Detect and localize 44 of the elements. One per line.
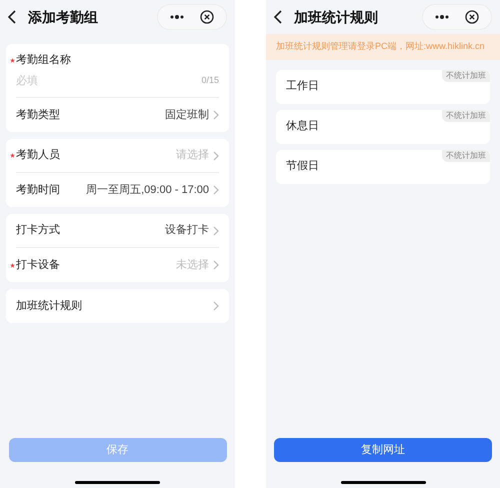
rule-tag: 不统计加班 [442,110,490,122]
field-label: 考勤人员 [16,148,60,164]
page-title: 加班统计规则 [294,8,378,26]
more-icon[interactable] [170,15,184,19]
select-row[interactable]: 打卡方式 设备打卡 [16,214,219,248]
char-counter: 0/15 [201,74,219,87]
select-row[interactable]: 打卡设备 未选择 [16,248,219,282]
rule-label: 工作日 [286,79,319,94]
field-label: 考勤组名称 [16,53,71,68]
row-placeholder: 未选择 [176,258,209,273]
bottom-button[interactable]: 复制网址 [274,438,492,462]
back-icon[interactable] [8,10,16,24]
rule-card[interactable]: 休息日 不统计加班 [276,110,490,144]
rule-label: 休息日 [286,119,319,134]
row-value: 设备打卡 [165,223,209,238]
field-label: 打卡方式 [16,222,60,238]
rule-label: 节假日 [286,159,319,174]
back-icon[interactable] [274,10,282,24]
field-label: 打卡设备 [16,258,60,273]
more-icon[interactable] [435,15,449,19]
row-placeholder: 请选择 [176,148,209,164]
close-icon[interactable] [465,10,479,24]
chevron-icon [213,260,219,270]
rule-card[interactable]: 节假日 不统计加班 [276,150,490,184]
field-label: 考勤时间 [16,182,60,198]
page-title: 添加考勤组 [28,8,98,26]
select-row[interactable]: 考勤时间 周一至周五,09:00 - 17:00 [16,173,219,207]
chevron-icon [213,226,219,236]
select-row[interactable]: 考勤类型 固定班制 [16,98,219,132]
notice-banner: 加班统计规则管理请登录PC端，网址:www.hiklink.cn [266,34,500,60]
rule-tag: 不统计加班 [442,150,490,162]
rule-card[interactable]: 工作日 不统计加班 [276,70,490,104]
row-value: 固定班制 [165,108,209,123]
chevron-icon [213,185,219,195]
close-icon[interactable] [200,10,214,24]
select-row[interactable]: 加班统计规则 [16,289,219,323]
field-label: 考勤类型 [16,108,60,123]
chevron-icon [213,150,219,160]
field-label: 加班统计规则 [16,298,82,314]
chevron-icon [213,301,219,311]
rule-tag: 不统计加班 [442,70,490,82]
row-value: 周一至周五,09:00 - 17:00 [86,182,209,198]
select-row[interactable]: 考勤人员 请选择 [16,139,219,173]
chevron-icon [213,110,219,120]
